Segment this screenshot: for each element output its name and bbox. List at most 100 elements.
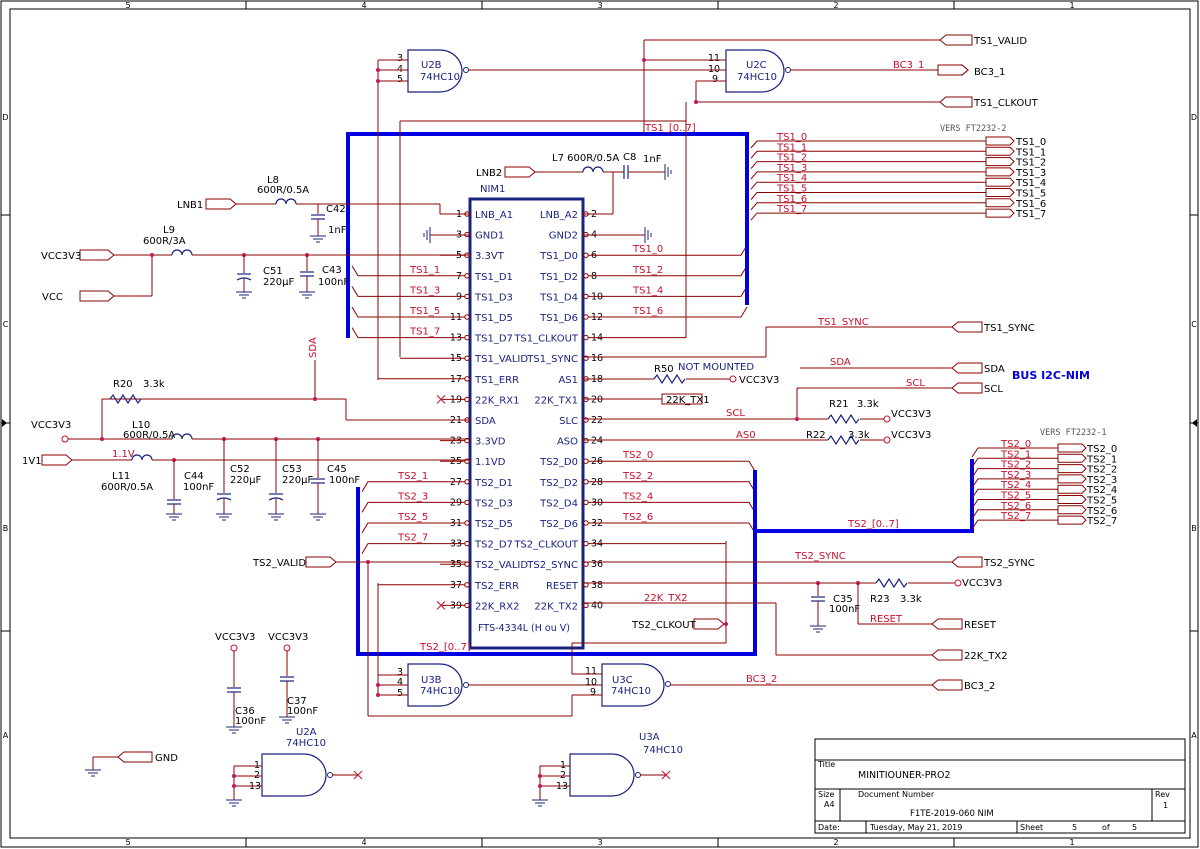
nim-pin-left: 17 TS1_ERR xyxy=(450,374,519,386)
gate-pin: 5 xyxy=(397,74,403,85)
pin-name: TS1_D2 xyxy=(539,272,578,283)
pin-name: TS1_D3 xyxy=(474,292,513,303)
nim-pin-left: 35 TS2_VALID xyxy=(450,559,528,571)
nim-right-pins: 2LNB_A2 4GND2 6 TS1_D0 TS1_0 8TS1_D2 TS1_2 10TS… xyxy=(513,209,756,612)
pin-name: 3.3VT xyxy=(475,251,505,262)
c51-value: 220µF xyxy=(263,277,294,288)
l10-value: 600R/0.5A xyxy=(123,430,175,441)
nim-pin-left: 9 TS1_D3 xyxy=(456,291,513,303)
gate-ref: U3A xyxy=(639,732,660,743)
nim-pin-left: 19 22K_RX1 xyxy=(450,394,520,406)
net-reset: RESET xyxy=(870,614,903,625)
c52-ref: C52 xyxy=(230,464,250,475)
pin-name: AS1 xyxy=(558,375,578,386)
ts1-fanout: TS1_0 TS1_0TS1_1 TS1_1TS1_2 TS1_2TS1_3 TS1_3… xyxy=(750,132,1046,221)
c43-value: 100nF xyxy=(318,277,349,288)
pin-number: 38 xyxy=(591,580,603,591)
frame-col-label: 3 xyxy=(597,1,602,10)
c44-value: 100nF xyxy=(183,482,214,493)
vers2-note: VERS FT2232-2 xyxy=(940,124,1007,134)
pin-name: 22K_TX2 xyxy=(534,601,578,612)
port-vcc3v3-r50: VCC3V3 xyxy=(739,375,779,386)
port-label: TS2_7 xyxy=(1086,516,1117,527)
pin-name: TS1_CLKOUT xyxy=(513,334,579,345)
pin-name: TS2_D7 xyxy=(474,540,513,551)
pin-name: LNB_A1 xyxy=(475,210,513,221)
pin-name: TS2_D0 xyxy=(539,457,578,468)
nim-pin-right: 24 ASO xyxy=(557,436,603,448)
frame-col-label: 2 xyxy=(833,838,838,847)
nim-pin-left: 7 TS1_D1 xyxy=(456,271,513,283)
gate-ref: U2A xyxy=(296,727,317,738)
c52-value: 220µF xyxy=(230,475,261,486)
net-label: TS1_1 xyxy=(409,265,440,276)
port-22k-tx1: 22K_TX1 xyxy=(666,395,710,406)
pin-name: TS1_D1 xyxy=(474,272,513,283)
pin-name: TS1_VALID xyxy=(474,354,528,365)
r21-ref: R21 xyxy=(829,399,849,410)
l9-ref: L9 xyxy=(163,225,175,236)
1v1-rail: 1V1 1.1V L11 600R/0.5A C44 100nF C52 220… xyxy=(22,449,470,521)
pin-number: 22 xyxy=(591,415,603,426)
net-label: TS1_5 xyxy=(409,306,440,317)
l11-value: 600R/0.5A xyxy=(101,482,153,493)
gate-pin: 11 xyxy=(708,53,720,64)
pin-name: TS2_D6 xyxy=(539,519,578,530)
r20-value: 3.3k xyxy=(143,379,165,390)
nim-refdes: NIM1 xyxy=(480,184,505,195)
pin-name: LNB_A2 xyxy=(540,210,578,221)
net-label: TS2_0 xyxy=(622,450,653,461)
c42-ref: C42 xyxy=(326,204,346,215)
gate-part: 74HC10 xyxy=(420,72,460,83)
gate-ref: U3B xyxy=(421,675,442,686)
gate-pin: 3 xyxy=(397,53,403,64)
frame-col-label: 1 xyxy=(1069,838,1074,847)
port-ts1-sync: TS1_SYNC xyxy=(983,323,1035,334)
sheets-value: 5 xyxy=(1132,823,1137,832)
net-label: TS2_2 xyxy=(622,471,653,482)
docnum-label: Document Number xyxy=(858,790,935,799)
pin-name: ASO xyxy=(557,437,578,448)
pin-number: 24 xyxy=(591,436,603,447)
pin-name: TS1_D7 xyxy=(474,334,513,345)
nim-pin-left: 33 TS2_D7 xyxy=(450,539,513,551)
frame-col-label: 3 xyxy=(597,838,602,847)
r21-value: 3.3k xyxy=(857,399,879,410)
ts2-bus-label-right: TS2_[0..7] xyxy=(847,519,899,530)
frame-col-label: 5 xyxy=(125,1,130,10)
pin-name: TS2_D5 xyxy=(474,519,513,530)
port-scl: SCL xyxy=(984,384,1003,395)
net-bc3-2: BC3_2 xyxy=(746,674,777,685)
pin-name: GND2 xyxy=(549,231,578,242)
l7-ref: L7 600R/0.5A xyxy=(552,153,619,164)
bus-i2c-nim-note: BUS I2C-NIM xyxy=(1012,369,1090,382)
title-block: Title MINITIOUNER-PRO2 Size A4 Document … xyxy=(814,738,1186,834)
net-label: TS2_3 xyxy=(397,491,428,502)
nim-pin-left: 23 3.3VD xyxy=(450,436,506,448)
pin-name: TS1_D6 xyxy=(539,313,578,324)
pin-number: 5 xyxy=(456,250,462,261)
pin-name: TS1_SYNC xyxy=(526,354,578,365)
nim-pin-right: 34TS2_CLKOUT xyxy=(513,539,603,551)
net-ts1-sync: TS1_SYNC xyxy=(817,317,869,328)
frame-row-label: A xyxy=(3,731,9,740)
frame-col-label: 1 xyxy=(1069,1,1074,10)
nim-pin-right: 10TS1_D4 xyxy=(539,291,603,303)
title-value: MINITIOUNER-PRO2 xyxy=(858,770,951,781)
r22-value: 3.3k xyxy=(848,430,870,441)
c44-ref: C44 xyxy=(184,471,204,482)
net-label: TS1_3 xyxy=(409,285,440,296)
nim-pin-right: 6 TS1_D0 xyxy=(539,250,597,262)
schematic-sheet: 5 4 3 2 1 5 4 3 2 1 D C B A D C B A Titl… xyxy=(0,0,1199,848)
port-vcc3v3: VCC3V3 xyxy=(41,251,81,262)
r50-ref: R50 xyxy=(654,364,674,375)
nim-pin-right: 4GND2 xyxy=(549,230,597,242)
c53-ref: C53 xyxy=(282,464,302,475)
frame-col-label: 4 xyxy=(361,838,366,847)
net-label: TS1_0 xyxy=(632,244,663,255)
frame-row-label: D xyxy=(1191,113,1197,122)
port-1v1: 1V1 xyxy=(22,456,42,467)
port-ts2-clkout: TS2_CLKOUT xyxy=(631,620,697,631)
port-lnb2: LNB2 xyxy=(476,168,502,179)
nim-pin-right: 40 22K_TX2 xyxy=(534,600,603,612)
